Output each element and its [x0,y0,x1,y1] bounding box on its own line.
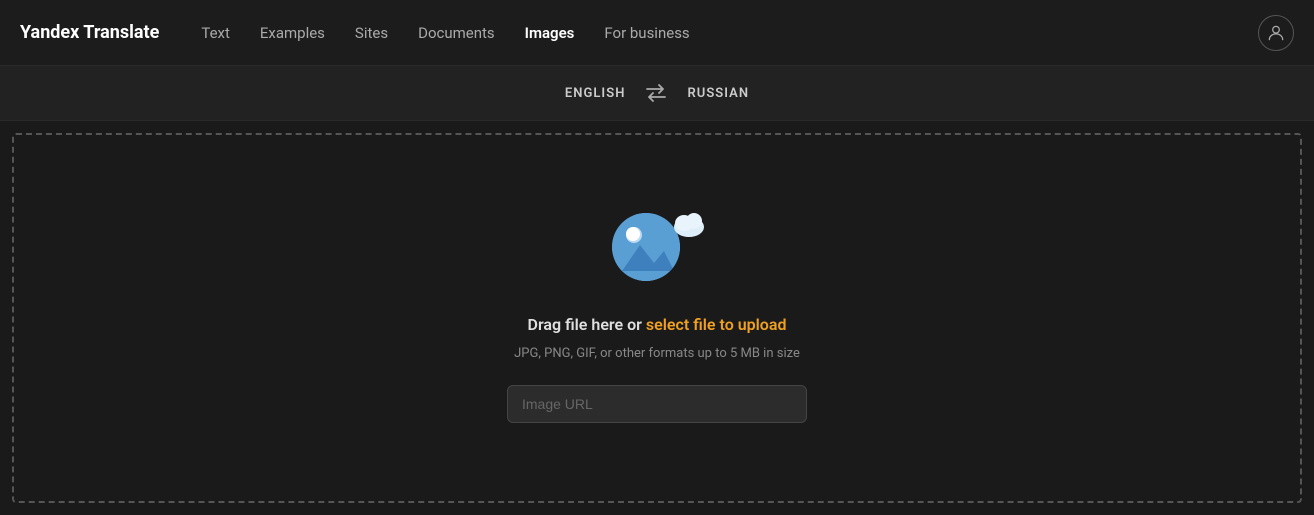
nav-sites[interactable]: Sites [343,16,400,50]
swap-languages-button[interactable] [645,84,667,102]
drop-zone-wrapper: Drag file here or select file to upload … [0,121,1314,515]
user-avatar-button[interactable] [1258,15,1294,51]
nav-text[interactable]: Text [189,16,242,50]
language-bar: ENGLISH RUSSIAN [0,66,1314,121]
drag-text: Drag file here or select file to upload [528,315,787,334]
drop-zone[interactable]: Drag file here or select file to upload … [12,133,1302,503]
nav-links: Text Examples Sites Documents Images For… [189,16,1258,50]
nav-documents[interactable]: Documents [406,16,507,50]
nav-for-business[interactable]: For business [592,16,701,50]
format-info: JPG, PNG, GIF, or other formats up to 5 … [514,344,800,364]
navbar: Yandex Translate Text Examples Sites Doc… [0,0,1314,66]
upload-icon [612,213,702,293]
nav-examples[interactable]: Examples [248,16,337,50]
source-language[interactable]: ENGLISH [565,86,626,101]
select-file-link[interactable]: select file to upload [646,315,787,334]
brand-logo: Yandex Translate [20,22,159,43]
image-url-input[interactable] [507,385,807,423]
target-language[interactable]: RUSSIAN [687,86,749,101]
nav-images[interactable]: Images [513,16,587,50]
